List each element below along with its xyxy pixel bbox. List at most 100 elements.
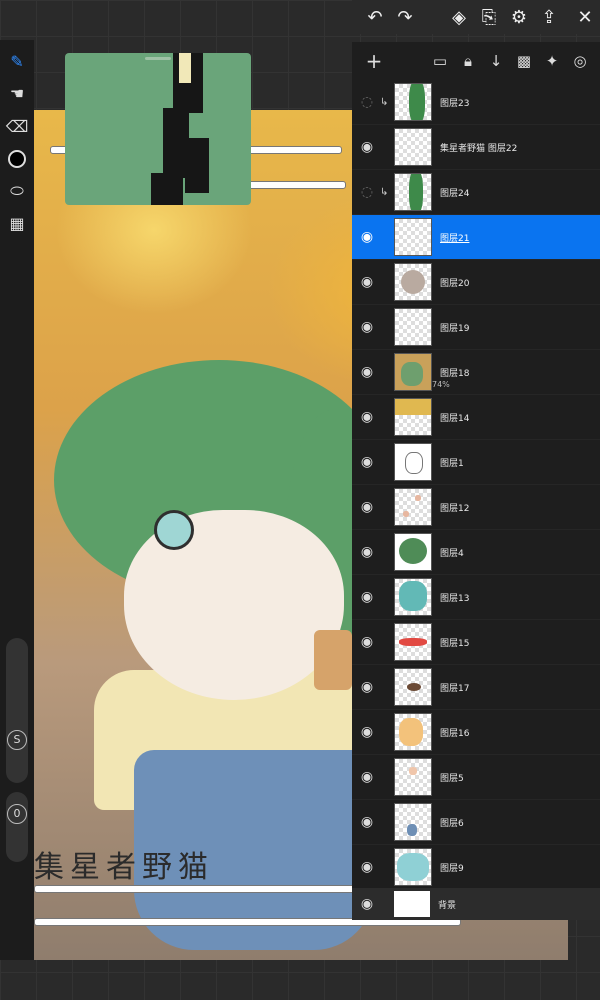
add-layer-button[interactable]: + [360, 47, 388, 75]
smudge-icon[interactable]: ☚ [6, 82, 28, 104]
layer-row[interactable]: ◉ 图层1 [352, 440, 600, 485]
ref-artwork-fill [179, 53, 191, 83]
layer-name: 图层6 [440, 818, 464, 829]
import-icon[interactable]: ⎘ [474, 0, 504, 34]
close-icon[interactable]: ✕ [570, 0, 600, 34]
lasso-icon[interactable]: ⬭ [6, 180, 28, 202]
visibility-icon[interactable]: ◉ [354, 499, 380, 515]
layer-thumbnail [394, 443, 432, 481]
layer-thumbnail [394, 83, 432, 121]
visibility-icon[interactable]: ◉ [354, 724, 380, 740]
layer-thumbnail [394, 353, 432, 391]
merge-down-icon[interactable]: ↓ [482, 47, 510, 75]
top-bar: ↶ ↷ ◈ ⎘ ⚙ ⇪ ✕ [352, 0, 600, 34]
background-layer-name: 背景 [438, 900, 457, 911]
clip-arrow-icon: ↳ [380, 186, 389, 198]
visibility-icon[interactable]: ◉ [354, 589, 380, 605]
redo-icon[interactable]: ↷ [390, 0, 420, 34]
visibility-icon[interactable]: ◉ [354, 229, 380, 245]
layer-name: 图层14 [440, 413, 470, 424]
layer-row[interactable]: ◉ 图层13 [352, 575, 600, 620]
visibility-icon[interactable]: ◉ [354, 634, 380, 650]
layer-name: 图层5 [440, 773, 464, 784]
lock-icon[interactable]: 🔒︎ [454, 47, 482, 75]
layer-row[interactable]: ◌ ↳ 图层24 [352, 170, 600, 215]
clip-arrow-icon: ↳ [380, 96, 389, 108]
alpha-lock-icon[interactable]: ▩ [510, 47, 538, 75]
layer-opacity: 74% [432, 380, 450, 389]
canvas-guide-line [244, 181, 346, 189]
folder-icon[interactable]: ▭ [426, 47, 454, 75]
visibility-icon[interactable]: ◉ [354, 896, 380, 912]
layer-row[interactable]: ◉ 图层15 [352, 620, 600, 665]
layer-thumbnail [394, 803, 432, 841]
layer-row[interactable]: ◉ 图层16 [352, 710, 600, 755]
background-layer-row[interactable]: ◉ 背景 [352, 888, 600, 920]
layer-thumbnail [394, 758, 432, 796]
layer-row[interactable]: ◉ 图层18 74% [352, 350, 600, 395]
layer-name: 集星者野猫 图层22 [440, 143, 518, 154]
visibility-icon[interactable]: ◉ [354, 274, 380, 290]
layer-row[interactable]: ◉ 图层6 [352, 800, 600, 845]
layer-name: 图层9 [440, 863, 464, 874]
artwork-eye [154, 510, 194, 550]
layer-name: 图层20 [440, 278, 470, 289]
layers-toolbar: + ▭ 🔒︎ ↓ ▩ ✦ ◎ [352, 42, 600, 80]
layer-thumbnail [394, 713, 432, 751]
layer-row[interactable]: ◉ 图层4 [352, 530, 600, 575]
reference-drag-handle[interactable] [145, 57, 171, 60]
layer-name: 图层13 [440, 593, 470, 604]
layer-row-selected[interactable]: ◉ 图层21 [352, 215, 600, 260]
visibility-icon[interactable]: ◉ [354, 409, 380, 425]
layer-thumbnail [394, 173, 432, 211]
visibility-icon[interactable]: ◉ [354, 769, 380, 785]
brush-icon[interactable]: ✎ [6, 50, 28, 72]
layer-row[interactable]: ◉ 图层17 [352, 665, 600, 710]
opacity-slider[interactable] [6, 792, 28, 862]
visibility-icon[interactable]: ◉ [354, 139, 380, 155]
layers-icon[interactable]: ◈ [444, 0, 474, 34]
layer-thumbnail [394, 488, 432, 526]
visibility-icon[interactable]: ◉ [354, 364, 380, 380]
layer-name: 图层18 [440, 368, 470, 379]
color-swatch[interactable] [6, 148, 28, 170]
visibility-off-icon[interactable]: ◌ [354, 184, 380, 200]
layer-name: 图层24 [440, 188, 470, 199]
brush-size-slider[interactable] [6, 638, 28, 783]
pin-icon[interactable]: ✦ [538, 47, 566, 75]
undo-icon[interactable]: ↶ [360, 0, 390, 34]
opacity-button[interactable]: 0 [7, 804, 27, 824]
visibility-icon[interactable]: ◉ [354, 814, 380, 830]
gear-icon[interactable]: ⚙ [504, 0, 534, 34]
eraser-icon[interactable]: ⌫ [6, 115, 29, 137]
layer-name: 图层1 [440, 458, 464, 469]
grid-icon[interactable]: ▦ [6, 212, 28, 234]
visibility-icon[interactable]: ◉ [354, 859, 380, 875]
layer-thumbnail [394, 848, 432, 886]
layer-name: 图层15 [440, 638, 470, 649]
share-icon[interactable]: ⇪ [534, 0, 564, 34]
layer-row[interactable]: ◉ 图层9 [352, 845, 600, 890]
layers-panel: + ▭ 🔒︎ ↓ ▩ ✦ ◎ ◌ ↳ 图层23 ◉ 集星者野猫 图层22 ◌ ↳ [352, 42, 600, 920]
layer-row[interactable]: ◉ 图层5 [352, 755, 600, 800]
layer-row[interactable]: ◉ 集星者野猫 图层22 [352, 125, 600, 170]
layer-thumbnail [394, 623, 432, 661]
target-icon[interactable]: ◎ [566, 47, 594, 75]
layer-row[interactable]: ◌ ↳ 图层23 [352, 80, 600, 125]
reference-window[interactable] [65, 53, 251, 205]
layer-row[interactable]: ◉ 图层14 [352, 395, 600, 440]
visibility-icon[interactable]: ◉ [354, 544, 380, 560]
visibility-icon[interactable]: ◉ [354, 319, 380, 335]
layer-row[interactable]: ◉ 图层20 [352, 260, 600, 305]
visibility-icon[interactable]: ◉ [354, 679, 380, 695]
canvas-caption: 集星者野猫 [34, 850, 214, 885]
visibility-off-icon[interactable]: ◌ [354, 94, 380, 110]
layer-row[interactable]: ◉ 图层19 [352, 305, 600, 350]
size-button[interactable]: S [7, 730, 27, 750]
layer-thumbnail [394, 533, 432, 571]
layer-name: 图层17 [440, 683, 470, 694]
layer-thumbnail [394, 263, 432, 301]
layer-row[interactable]: ◉ 图层12 [352, 485, 600, 530]
layer-thumbnail [394, 128, 432, 166]
visibility-icon[interactable]: ◉ [354, 454, 380, 470]
